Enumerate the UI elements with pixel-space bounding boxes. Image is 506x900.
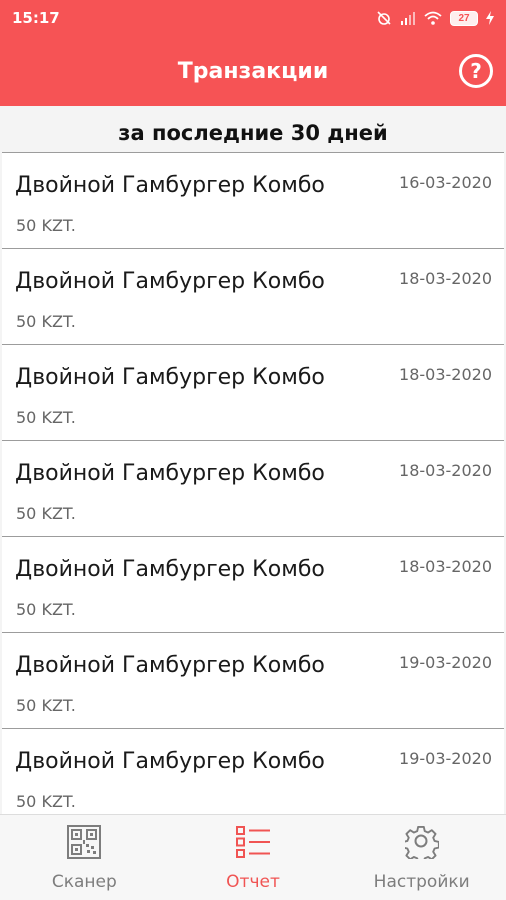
nav-label: Настройки — [373, 872, 470, 892]
nav-item-scanner[interactable]: Сканер — [0, 815, 169, 900]
signal-icon — [400, 11, 416, 25]
nav-item-settings[interactable]: Настройки — [337, 815, 506, 900]
app-bar: Транзакции ? — [0, 36, 506, 106]
list-item[interactable]: Двойной Гамбургер Комбо 50 KZT. 18-03-20… — [2, 248, 504, 344]
bottom-nav: Сканер Отчет Настройки — [0, 814, 506, 900]
item-name: Двойной Гамбургер Комбо — [15, 365, 325, 390]
status-icons: 27 — [376, 10, 494, 26]
wifi-icon — [424, 11, 442, 25]
item-price: 50 KZT. — [16, 696, 76, 715]
item-date: 18-03-2020 — [399, 461, 492, 480]
list-item[interactable]: Двойной Гамбургер Комбо 50 KZT. 16-03-20… — [2, 152, 504, 248]
nav-item-report[interactable]: Отчет — [169, 815, 338, 900]
status-bar: 15:17 27 — [0, 0, 506, 36]
item-date: 19-03-2020 — [399, 749, 492, 768]
item-date: 18-03-2020 — [399, 365, 492, 384]
item-price: 50 KZT. — [16, 216, 76, 235]
item-name: Двойной Гамбургер Комбо — [15, 173, 325, 198]
gear-icon — [401, 825, 440, 864]
list-item[interactable]: Двойной Гамбургер Комбо 50 KZT. 18-03-20… — [2, 344, 504, 440]
qr-code-icon — [67, 825, 102, 864]
item-name: Двойной Гамбургер Комбо — [15, 461, 325, 486]
list-item[interactable]: Двойной Гамбургер Комбо 50 KZT. 18-03-20… — [2, 536, 504, 632]
charging-icon — [486, 11, 494, 25]
battery-level: 27 — [450, 10, 478, 26]
status-time: 15:17 — [12, 9, 60, 27]
item-name: Двойной Гамбургер Комбо — [15, 269, 325, 294]
page-title: Транзакции — [177, 58, 329, 84]
item-date: 18-03-2020 — [399, 557, 492, 576]
transactions-content[interactable]: за последние 30 дней Двойной Гамбургер К… — [0, 106, 506, 814]
list-item[interactable]: Двойной Гамбургер Комбо 50 KZT. 19-03-20… — [2, 728, 504, 814]
nav-label: Отчет — [226, 872, 280, 892]
list-item[interactable]: Двойной Гамбургер Комбо 50 KZT. 18-03-20… — [2, 440, 504, 536]
transaction-list: Двойной Гамбургер Комбо 50 KZT. 16-03-20… — [0, 152, 506, 814]
section-title: за последние 30 дней — [118, 121, 388, 145]
item-price: 50 KZT. — [16, 600, 76, 619]
item-date: 16-03-2020 — [399, 173, 492, 192]
battery-icon: 27 — [450, 10, 478, 26]
help-button[interactable]: ? — [459, 54, 493, 88]
item-date: 19-03-2020 — [399, 653, 492, 672]
item-price: 50 KZT. — [16, 792, 76, 811]
item-date: 18-03-2020 — [399, 269, 492, 288]
item-name: Двойной Гамбургер Комбо — [15, 557, 325, 582]
list-icon — [235, 825, 271, 864]
item-name: Двойной Гамбургер Комбо — [15, 749, 325, 774]
item-price: 50 KZT. — [16, 408, 76, 427]
item-price: 50 KZT. — [16, 312, 76, 331]
list-item[interactable]: Двойной Гамбургер Комбо 50 KZT. 19-03-20… — [2, 632, 504, 728]
alarm-off-icon — [376, 10, 392, 26]
nav-label: Сканер — [51, 872, 117, 892]
item-price: 50 KZT. — [16, 504, 76, 523]
item-name: Двойной Гамбургер Комбо — [15, 653, 325, 678]
